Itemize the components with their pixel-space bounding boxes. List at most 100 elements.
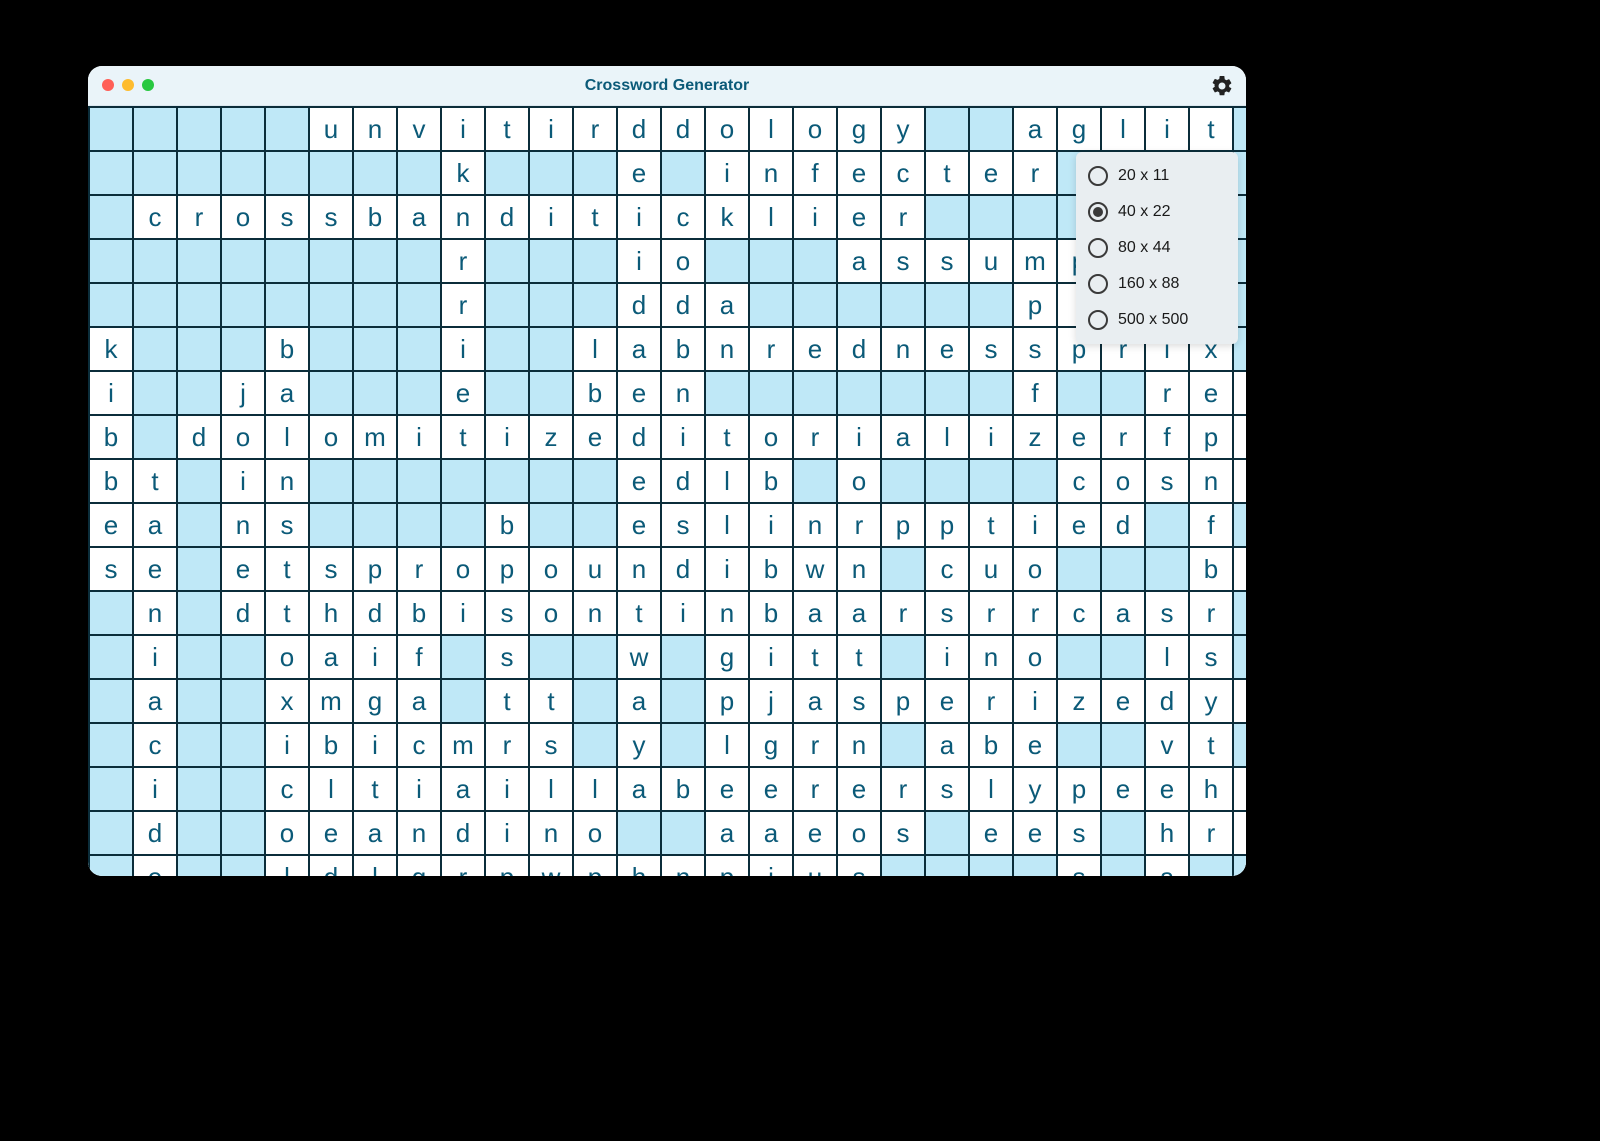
grid-cell[interactable]: s bbox=[882, 240, 926, 284]
grid-cell[interactable]: i bbox=[354, 724, 398, 768]
grid-cell-empty[interactable] bbox=[794, 372, 838, 416]
grid-cell-empty[interactable] bbox=[1014, 856, 1058, 876]
grid-cell[interactable]: t bbox=[486, 680, 530, 724]
grid-cell[interactable]: e bbox=[618, 152, 662, 196]
grid-cell[interactable]: d bbox=[134, 812, 178, 856]
grid-cell[interactable]: c bbox=[662, 196, 706, 240]
grid-cell-empty[interactable] bbox=[442, 680, 486, 724]
grid-cell-empty[interactable] bbox=[222, 108, 266, 152]
grid-cell[interactable]: o bbox=[838, 812, 882, 856]
grid-cell[interactable]: s bbox=[486, 636, 530, 680]
grid-cell-empty[interactable] bbox=[662, 812, 706, 856]
grid-cell[interactable]: n bbox=[662, 372, 706, 416]
grid-cell[interactable]: k bbox=[706, 196, 750, 240]
grid-cell[interactable]: o bbox=[530, 548, 574, 592]
grid-cell-empty[interactable] bbox=[310, 240, 354, 284]
grid-cell-empty[interactable] bbox=[90, 240, 134, 284]
grid-cell[interactable]: k bbox=[90, 328, 134, 372]
grid-cell-empty[interactable] bbox=[90, 680, 134, 724]
grid-cell-empty[interactable] bbox=[1102, 856, 1146, 876]
grid-cell[interactable]: i bbox=[706, 548, 750, 592]
grid-cell[interactable]: y bbox=[882, 108, 926, 152]
grid-cell[interactable]: v bbox=[1234, 372, 1246, 416]
grid-cell[interactable]: c bbox=[398, 724, 442, 768]
grid-cell[interactable]: l bbox=[706, 724, 750, 768]
grid-cell-empty[interactable] bbox=[926, 812, 970, 856]
grid-cell[interactable]: u bbox=[970, 548, 1014, 592]
grid-cell[interactable]: i bbox=[442, 328, 486, 372]
grid-cell[interactable]: n bbox=[750, 152, 794, 196]
grid-cell[interactable]: i bbox=[486, 768, 530, 812]
settings-button[interactable] bbox=[1210, 74, 1234, 98]
grid-cell-empty[interactable] bbox=[90, 592, 134, 636]
grid-cell-empty[interactable] bbox=[134, 152, 178, 196]
grid-cell-empty[interactable] bbox=[398, 372, 442, 416]
grid-cell-empty[interactable] bbox=[178, 636, 222, 680]
grid-cell[interactable]: d bbox=[1102, 504, 1146, 548]
grid-cell[interactable]: e bbox=[442, 372, 486, 416]
grid-cell[interactable]: s bbox=[926, 592, 970, 636]
grid-cell[interactable]: b bbox=[310, 724, 354, 768]
grid-cell-empty[interactable] bbox=[90, 636, 134, 680]
grid-cell[interactable]: d bbox=[838, 328, 882, 372]
grid-cell-empty[interactable] bbox=[178, 108, 222, 152]
grid-cell-empty[interactable] bbox=[486, 152, 530, 196]
grid-cell-empty[interactable] bbox=[1234, 724, 1246, 768]
grid-cell[interactable]: l bbox=[750, 196, 794, 240]
grid-cell-empty[interactable] bbox=[266, 284, 310, 328]
grid-cell-empty[interactable] bbox=[134, 284, 178, 328]
crossword-grid[interactable]: unvitirddologyaglitkeinfectermecrossband… bbox=[88, 106, 1246, 876]
grid-cell[interactable]: f bbox=[1014, 372, 1058, 416]
grid-cell[interactable]: d bbox=[662, 548, 706, 592]
grid-cell[interactable]: i bbox=[618, 240, 662, 284]
grid-cell[interactable]: p bbox=[1014, 284, 1058, 328]
grid-cell[interactable]: n bbox=[838, 548, 882, 592]
grid-cell[interactable]: e bbox=[1014, 812, 1058, 856]
grid-cell[interactable]: z bbox=[1058, 680, 1102, 724]
grid-cell[interactable]: g bbox=[398, 856, 442, 876]
grid-cell[interactable]: t bbox=[1190, 108, 1234, 152]
grid-cell-empty[interactable] bbox=[970, 460, 1014, 504]
grid-cell[interactable]: p bbox=[354, 548, 398, 592]
grid-cell[interactable]: v bbox=[1146, 724, 1190, 768]
grid-cell-empty[interactable] bbox=[1058, 636, 1102, 680]
grid-cell[interactable]: e bbox=[926, 680, 970, 724]
grid-cell[interactable]: t bbox=[970, 504, 1014, 548]
grid-cell[interactable]: r bbox=[970, 680, 1014, 724]
grid-cell[interactable]: a bbox=[838, 592, 882, 636]
grid-cell[interactable]: a bbox=[794, 680, 838, 724]
grid-cell-empty[interactable] bbox=[1014, 196, 1058, 240]
grid-cell-empty[interactable] bbox=[178, 328, 222, 372]
grid-cell-empty[interactable] bbox=[662, 152, 706, 196]
grid-cell-empty[interactable] bbox=[90, 284, 134, 328]
grid-cell-empty[interactable] bbox=[574, 680, 618, 724]
grid-cell-empty[interactable] bbox=[354, 372, 398, 416]
grid-cell[interactable]: o bbox=[838, 460, 882, 504]
grid-cell[interactable]: h bbox=[1190, 768, 1234, 812]
grid-cell[interactable]: m bbox=[442, 724, 486, 768]
grid-cell-empty[interactable] bbox=[1058, 548, 1102, 592]
grid-cell-empty[interactable] bbox=[486, 372, 530, 416]
grid-cell-empty[interactable] bbox=[706, 240, 750, 284]
grid-cell-empty[interactable] bbox=[1234, 108, 1246, 152]
grid-cell[interactable]: c bbox=[134, 196, 178, 240]
grid-cell[interactable]: t bbox=[354, 768, 398, 812]
grid-cell-empty[interactable] bbox=[222, 328, 266, 372]
grid-cell[interactable]: u bbox=[794, 856, 838, 876]
grid-cell-empty[interactable] bbox=[134, 108, 178, 152]
grid-cell[interactable]: p bbox=[926, 504, 970, 548]
grid-cell[interactable]: z bbox=[1014, 416, 1058, 460]
grid-cell[interactable]: h bbox=[618, 856, 662, 876]
grid-cell-empty[interactable] bbox=[222, 812, 266, 856]
grid-cell[interactable]: f bbox=[794, 152, 838, 196]
grid-cell-empty[interactable] bbox=[442, 504, 486, 548]
grid-cell[interactable]: r bbox=[794, 768, 838, 812]
grid-cell-empty[interactable] bbox=[310, 504, 354, 548]
grid-cell-empty[interactable] bbox=[1234, 856, 1246, 876]
grid-cell[interactable]: l bbox=[354, 856, 398, 876]
grid-cell[interactable]: l bbox=[266, 416, 310, 460]
grid-cell-empty[interactable] bbox=[882, 284, 926, 328]
grid-cell[interactable]: e bbox=[750, 768, 794, 812]
grid-cell[interactable]: e bbox=[926, 328, 970, 372]
grid-cell[interactable]: e bbox=[794, 812, 838, 856]
